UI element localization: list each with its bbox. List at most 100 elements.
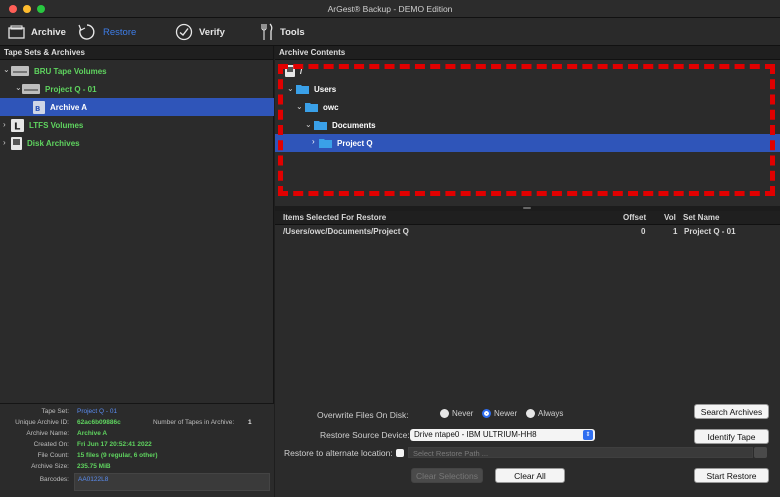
tree-item-archive-a[interactable]: B Archive A: [33, 98, 87, 116]
folder-icon: [296, 85, 309, 94]
svg-text:B: B: [35, 105, 40, 113]
search-archives-button[interactable]: Search Archives: [694, 404, 769, 419]
tree-item-disk-archives[interactable]: Disk Archives: [11, 134, 80, 152]
alt-location-label: Restore to alternate location:: [284, 448, 393, 458]
tree-item-owc[interactable]: owc: [305, 98, 339, 116]
archive-file-icon: B: [33, 100, 45, 114]
info-tape-set: Tape Set: Project Q - 01: [41, 408, 118, 415]
tape-drive-icon: [22, 84, 40, 94]
browse-path-button[interactable]: [754, 447, 767, 458]
source-device-label: Restore Source Device:: [320, 430, 410, 440]
disk-icon: [11, 136, 22, 150]
folder-icon: [314, 121, 327, 130]
tree-item-label: owc: [323, 102, 339, 112]
radio-button[interactable]: [526, 409, 535, 418]
archive-info-panel: Tape Set: Project Q - 01 Unique Archive …: [0, 403, 274, 497]
tape-sets-header: Tape Sets & Archives: [0, 46, 273, 60]
tree-item-root[interactable]: /: [285, 62, 302, 80]
overwrite-always-radio[interactable]: Always: [526, 409, 563, 418]
toolbar-archive-label: Archive: [31, 26, 66, 38]
toolbar-tools-label: Tools: [280, 26, 305, 38]
chevron-down-icon[interactable]: ⌄: [305, 120, 312, 129]
folder-icon: [319, 139, 332, 148]
tree-item-users[interactable]: Users: [296, 80, 336, 98]
num-tapes-value: 1: [248, 419, 252, 426]
chevron-down-icon[interactable]: ⌄: [287, 84, 294, 93]
chevron-right-icon[interactable]: ›: [3, 120, 6, 129]
select-chevron-icon: ⇕: [583, 430, 593, 440]
toolbar-archive[interactable]: Archive: [8, 22, 66, 42]
tree-item-label: Project Q: [337, 138, 373, 148]
alt-location-checkbox[interactable]: [396, 449, 404, 457]
tree-item-project-q[interactable]: Project Q: [319, 134, 373, 152]
archive-icon: [8, 25, 25, 39]
items-selected-header: Items Selected For Restore Offset Vol Se…: [275, 211, 780, 225]
column-set-name[interactable]: Set Name: [683, 213, 719, 222]
barcodes-field: AA0122L8: [74, 473, 270, 491]
tree-item-label: Documents: [332, 120, 376, 130]
tree-item-label: Disk Archives: [27, 138, 80, 148]
info-unique-id: Unique Archive ID: 62ac6b09886c Number o…: [15, 419, 252, 426]
tree-item-label: BRU Tape Volumes: [34, 66, 107, 76]
info-barcodes: Barcodes: AA0122L8: [0, 473, 274, 497]
tree-item-label: Archive A: [50, 102, 88, 112]
archive-contents-header: Archive Contents: [275, 46, 780, 60]
column-vol[interactable]: Vol: [664, 213, 676, 222]
toolbar-tools[interactable]: Tools: [260, 22, 305, 42]
item-vol: 1: [673, 227, 678, 236]
title-bar: ArGest® Backup - DEMO Edition: [0, 0, 780, 18]
info-file-count: File Count: 15 files (9 regular, 6 other…: [37, 452, 158, 459]
toolbar-restore[interactable]: Restore: [77, 22, 136, 42]
chevron-right-icon[interactable]: ›: [312, 137, 315, 146]
svg-text:L: L: [14, 121, 21, 132]
tree-item-project-q-01[interactable]: Project Q - 01: [22, 80, 97, 98]
ltfs-icon: L: [11, 118, 24, 132]
toolbar-verify-label: Verify: [199, 26, 225, 38]
clear-selections-button[interactable]: Clear Selections: [411, 468, 483, 483]
radio-button[interactable]: [440, 409, 449, 418]
chevron-down-icon[interactable]: ⌄: [15, 83, 22, 92]
radio-button-selected[interactable]: [482, 409, 491, 418]
item-set-name: Project Q - 01: [684, 227, 736, 236]
table-row[interactable]: /Users/owc/Documents/Project Q 0 1 Proje…: [275, 225, 780, 241]
toolbar-restore-label: Restore: [103, 26, 137, 38]
archive-contents-pane: Archive Contents / ⌄ Users ⌄ owc ⌄ Docum…: [275, 46, 780, 497]
column-offset[interactable]: Offset: [623, 213, 646, 222]
chevron-down-icon[interactable]: ⌄: [3, 65, 10, 74]
overwrite-never-radio[interactable]: Never: [440, 409, 473, 418]
tree-item-label: Project Q - 01: [45, 84, 97, 94]
tree-item-label: Users: [314, 84, 337, 94]
restore-path-field[interactable]: Select Restore Path ...: [408, 447, 753, 458]
verify-icon: [175, 23, 193, 41]
tree-item-ltfs-volumes[interactable]: L LTFS Volumes: [11, 116, 83, 134]
identify-tape-button[interactable]: Identify Tape: [694, 429, 769, 444]
folder-icon: [305, 103, 318, 112]
tree-item-documents[interactable]: Documents: [314, 116, 376, 134]
toolbar: Archive Restore Verify Tools: [0, 18, 780, 46]
overwrite-label: Overwrite Files On Disk:: [317, 410, 409, 420]
num-tapes-label: Number of Tapes in Archive:: [153, 419, 235, 426]
item-path: /Users/owc/Documents/Project Q: [283, 227, 409, 236]
info-created-on: Created On: Fri Jun 17 20:52:41 2022: [33, 441, 152, 448]
info-archive-name: Archive Name: Archive A: [26, 430, 108, 437]
restore-controls: Overwrite Files On Disk: Never Newer Alw…: [275, 400, 780, 497]
tree-item-bru-tape-volumes[interactable]: BRU Tape Volumes: [11, 62, 107, 80]
overwrite-newer-radio[interactable]: Newer: [482, 409, 517, 418]
tape-drive-icon: [11, 66, 29, 76]
chevron-down-icon[interactable]: ⌄: [296, 102, 303, 111]
item-offset: 0: [641, 227, 646, 236]
start-restore-button[interactable]: Start Restore: [694, 468, 769, 483]
drive-icon: [285, 65, 295, 77]
tape-sets-pane: Tape Sets & Archives ⌄ BRU Tape Volumes …: [0, 46, 274, 497]
tree-item-label: LTFS Volumes: [29, 120, 84, 130]
tools-icon: [261, 23, 273, 40]
splitter-grip[interactable]: [523, 207, 531, 209]
column-items[interactable]: Items Selected For Restore: [283, 213, 386, 222]
tree-item-label: /: [300, 66, 303, 76]
clear-all-button[interactable]: Clear All: [495, 468, 565, 483]
source-device-select[interactable]: Drive ntape0 - IBM ULTRIUM-HH8 ⇕: [410, 429, 595, 441]
toolbar-verify[interactable]: Verify: [175, 22, 225, 42]
window-title: ArGest® Backup - DEMO Edition: [327, 4, 453, 14]
chevron-right-icon[interactable]: ›: [3, 138, 6, 147]
restore-icon: [78, 24, 95, 40]
